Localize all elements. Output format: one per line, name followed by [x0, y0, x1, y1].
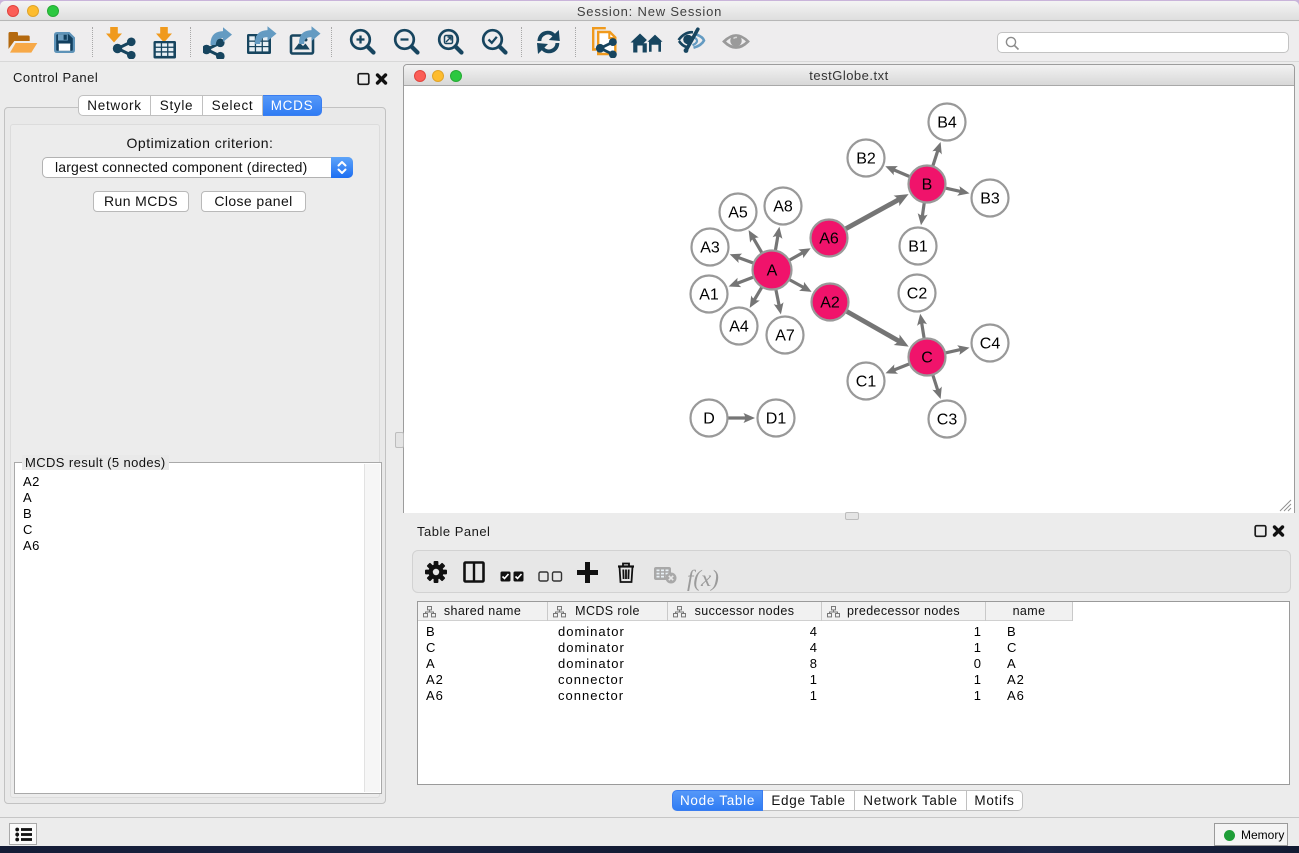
svg-text:A4: A4	[729, 319, 749, 336]
svg-text:A8: A8	[773, 199, 793, 216]
svg-text:B4: B4	[937, 115, 957, 132]
svg-text:B: B	[922, 177, 933, 194]
svg-text:C: C	[921, 350, 933, 367]
svg-text:C1: C1	[856, 374, 877, 391]
svg-text:A2: A2	[820, 295, 840, 312]
svg-text:D: D	[703, 411, 715, 428]
svg-text:A3: A3	[700, 240, 720, 257]
svg-text:B1: B1	[908, 239, 928, 256]
svg-text:A1: A1	[699, 287, 719, 304]
svg-text:D1: D1	[766, 411, 787, 428]
svg-text:B2: B2	[856, 151, 876, 168]
svg-text:A5: A5	[728, 205, 748, 222]
svg-text:C2: C2	[907, 286, 928, 303]
svg-text:C3: C3	[937, 412, 958, 429]
svg-text:A6: A6	[819, 231, 839, 248]
svg-text:B3: B3	[980, 191, 1000, 208]
svg-text:A: A	[767, 263, 778, 280]
svg-text:C4: C4	[980, 336, 1001, 353]
svg-text:A7: A7	[775, 328, 795, 345]
